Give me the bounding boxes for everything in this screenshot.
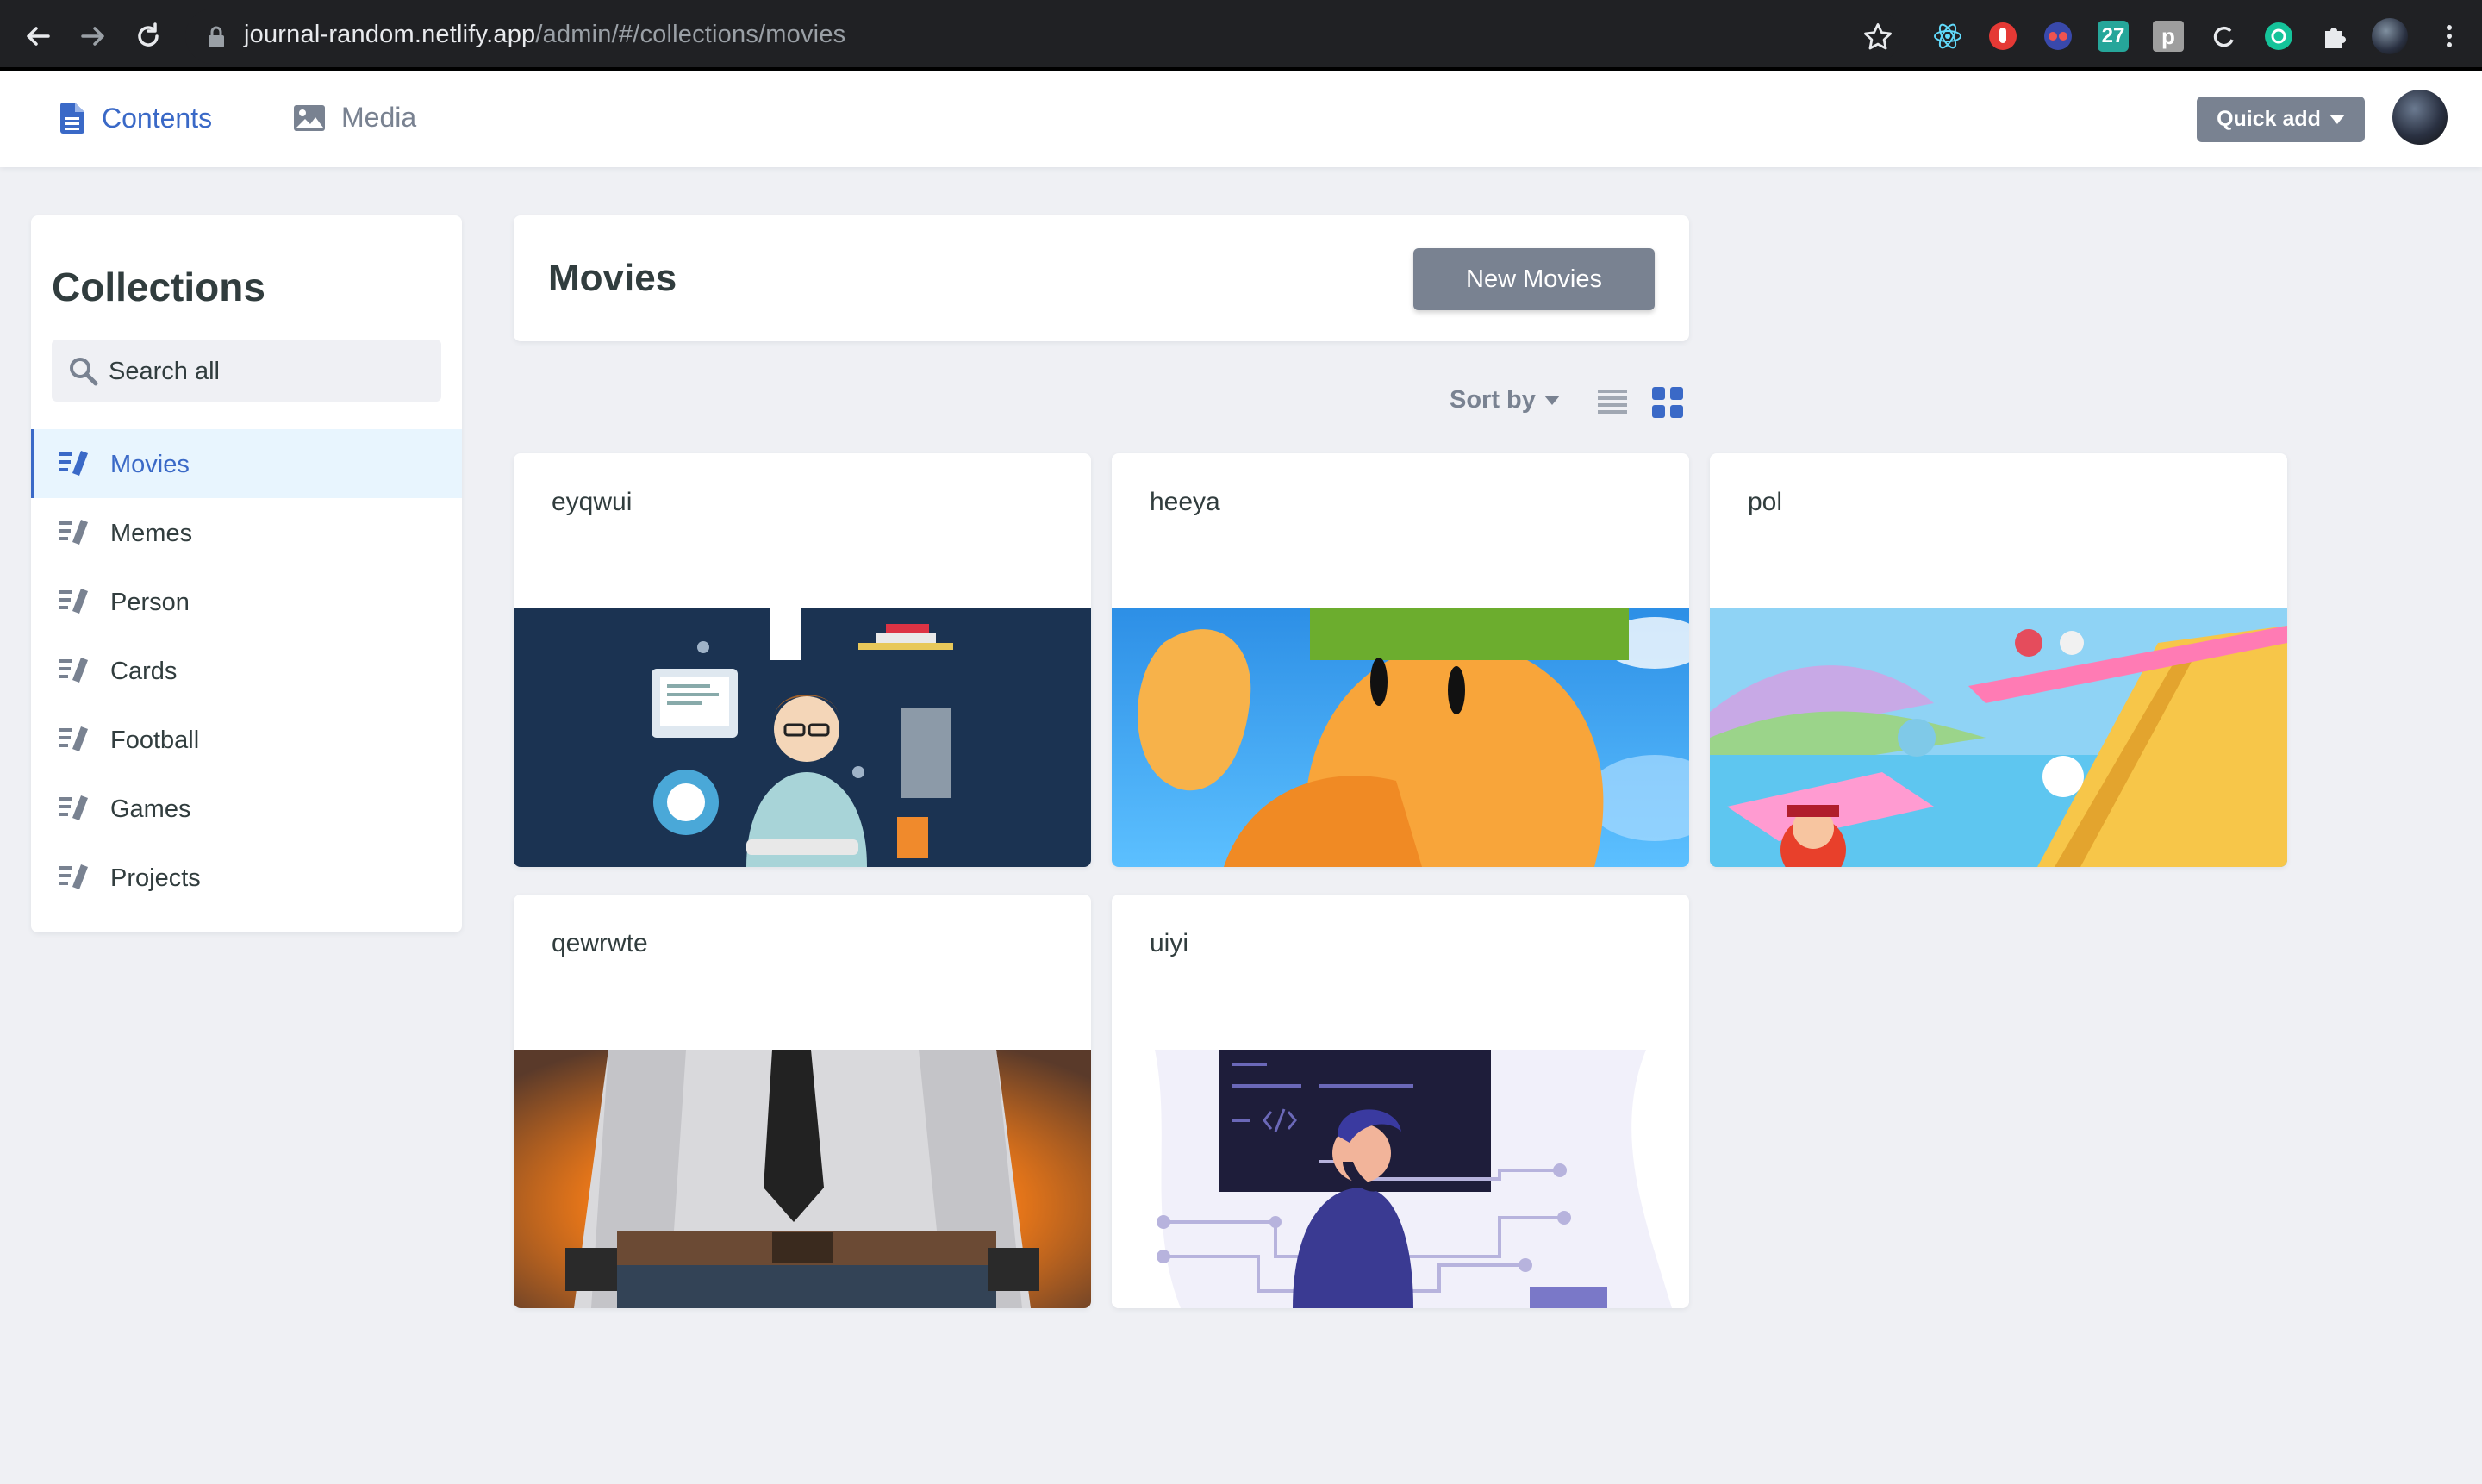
pubg-character-image xyxy=(514,1050,1091,1308)
avatar[interactable] xyxy=(2392,90,2448,145)
coding-illustration-image xyxy=(1112,1050,1689,1308)
browser-toolbar: journal-random.netlify.app/admin/#/colle… xyxy=(0,0,2482,71)
page-title: Movies xyxy=(548,257,677,299)
sort-by-label: Sort by xyxy=(1450,386,1536,414)
nav-contents-label: Contents xyxy=(102,102,213,134)
collection-icon xyxy=(59,726,88,751)
url-text[interactable]: journal-random.netlify.app/admin/#/colle… xyxy=(244,21,845,49)
sidebar-title: Collections xyxy=(52,265,265,309)
quick-add-label: Quick add xyxy=(2217,107,2321,131)
grammar-extension-icon[interactable] xyxy=(2263,21,2294,52)
p-extension-icon[interactable]: p xyxy=(2153,21,2184,52)
sidebar-item-label: Games xyxy=(110,795,191,823)
document-icon xyxy=(60,103,84,134)
sidebar-item-label: Projects xyxy=(110,864,201,892)
forward-icon[interactable] xyxy=(76,19,110,53)
star-icon[interactable] xyxy=(1862,21,1894,53)
lock-icon xyxy=(209,26,224,47)
more-menu-icon[interactable] xyxy=(2434,21,2465,52)
collection-icon xyxy=(59,451,88,476)
sidebar-item-label: Movies xyxy=(110,451,190,478)
collection-icon xyxy=(59,864,88,889)
entry-card[interactable]: heeya xyxy=(1112,453,1689,867)
search-icon xyxy=(70,358,98,386)
chevron-down-icon xyxy=(1543,396,1560,405)
chevron-down-icon xyxy=(2329,115,2345,124)
sidebar-item-cards[interactable]: Cards xyxy=(31,636,462,705)
entry-card[interactable]: qewrwte xyxy=(514,895,1091,1308)
card-title: heeya xyxy=(1150,488,1220,516)
sidebar-item-label: Memes xyxy=(110,520,193,547)
nav-contents[interactable]: Contents xyxy=(59,102,212,134)
back-icon[interactable] xyxy=(21,19,55,53)
grid-view-icon[interactable] xyxy=(1651,386,1684,419)
app-header: Contents Media xyxy=(0,71,2482,167)
entry-card[interactable]: eyqwui xyxy=(514,453,1091,867)
card-title: pol xyxy=(1748,488,1783,516)
react-devtools-icon[interactable] xyxy=(1932,21,1963,52)
entry-card[interactable]: pol xyxy=(1710,453,2287,867)
developer-illustration-image xyxy=(514,608,1091,867)
quick-add-button[interactable]: Quick add xyxy=(2197,97,2365,142)
card-title: eyqwui xyxy=(552,488,633,516)
profile-avatar-icon[interactable] xyxy=(2372,18,2408,54)
collection-list: Movies Memes Person Cards Football Games… xyxy=(31,429,462,912)
sidebar-item-memes[interactable]: Memes xyxy=(31,498,462,567)
collection-icon xyxy=(59,589,88,614)
card-title: uiyi xyxy=(1150,929,1189,957)
sidebar-item-label: Cards xyxy=(110,658,178,685)
sidebar-item-games[interactable]: Games xyxy=(31,774,462,843)
collection-icon xyxy=(59,658,88,683)
collection-header: Movies New Movies xyxy=(514,215,1689,341)
sidebar-item-person[interactable]: Person xyxy=(31,567,462,636)
entry-card[interactable]: uiyi xyxy=(1112,895,1689,1308)
stumble-guys-character-image xyxy=(1112,608,1689,867)
nav-media-label: Media xyxy=(341,102,417,133)
sync-extension-icon[interactable] xyxy=(2208,21,2239,52)
search-box[interactable] xyxy=(52,340,441,403)
sort-by-dropdown[interactable]: Sort by xyxy=(1450,386,1560,415)
sidebar-item-movies[interactable]: Movies xyxy=(31,429,462,498)
extensions-puzzle-icon[interactable] xyxy=(2318,21,2349,52)
list-view-icon[interactable] xyxy=(1596,386,1629,419)
card-title: qewrwte xyxy=(552,929,648,957)
sidebar-item-label: Football xyxy=(110,726,200,754)
calendar-extension-icon[interactable]: 27 xyxy=(2098,21,2129,52)
collection-icon xyxy=(59,795,88,820)
collection-icon xyxy=(59,520,88,545)
fall-guys-scene-image xyxy=(1710,608,2287,867)
sidebar-item-projects[interactable]: Projects xyxy=(31,843,462,912)
nav-media[interactable]: Media xyxy=(293,102,416,134)
search-input[interactable] xyxy=(107,340,438,403)
collections-sidebar: Collections Movies Memes Person Cards Fo… xyxy=(31,215,462,932)
new-entry-button[interactable]: New Movies xyxy=(1413,248,1655,310)
sidebar-item-label: Person xyxy=(110,589,190,616)
hand-extension-icon[interactable] xyxy=(1987,21,2018,52)
reload-icon[interactable] xyxy=(131,19,165,53)
sidebar-item-football[interactable]: Football xyxy=(31,705,462,774)
glasses-extension-icon[interactable] xyxy=(2042,21,2074,52)
image-icon xyxy=(294,104,325,131)
